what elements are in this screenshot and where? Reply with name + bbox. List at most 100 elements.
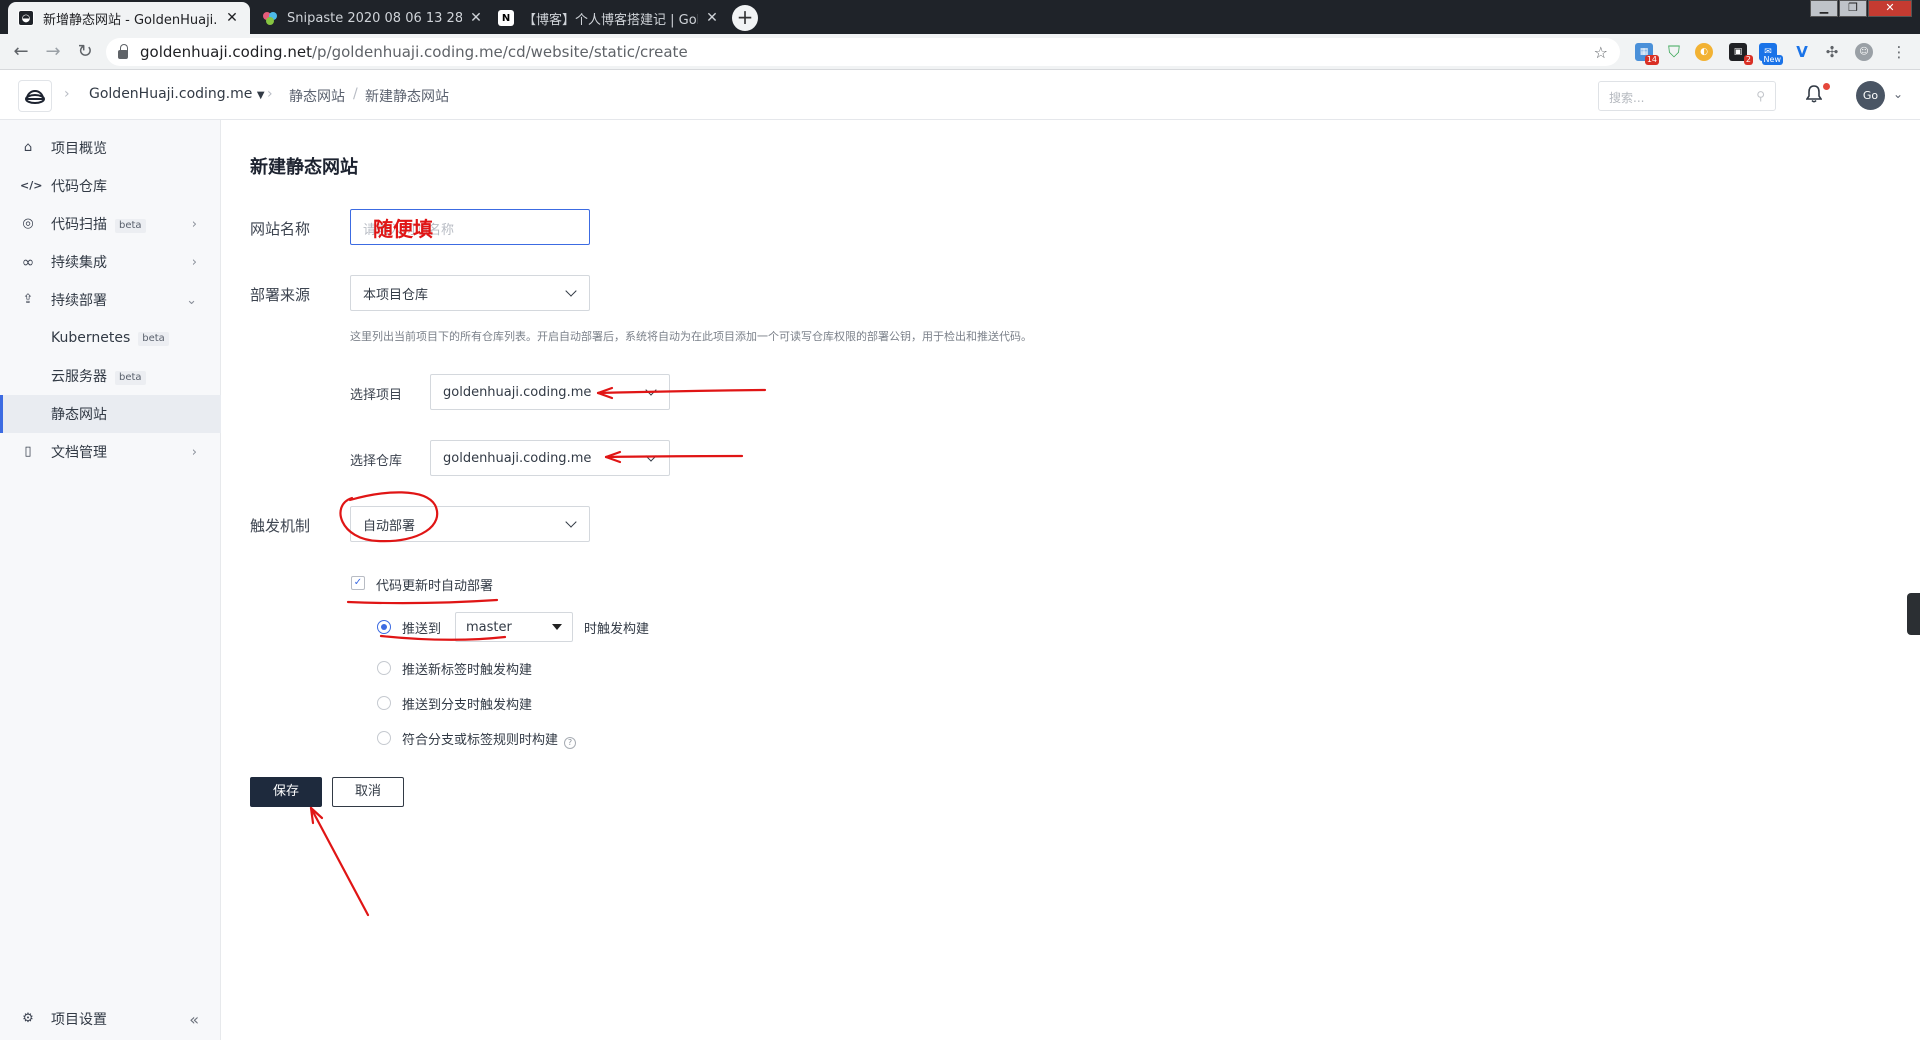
avatar[interactable]: Go	[1856, 81, 1885, 110]
radio-rule-label: 符合分支或标签规则时构建?	[402, 729, 577, 749]
sidebar-item-label: Kubernetes	[51, 330, 131, 346]
lock-icon	[118, 43, 128, 59]
sidebar-item-repo[interactable]: </> 代码仓库	[0, 167, 221, 205]
project-label: 选择项目	[350, 388, 403, 403]
tab-coding[interactable]: ◒ 新增静态网站 - GoldenHuaji.co ✕	[8, 2, 250, 34]
sidebar-item-settings[interactable]: ⚙ 项目设置 «	[0, 1000, 221, 1038]
save-button[interactable]: 保存	[250, 777, 322, 807]
window-close-icon[interactable]: ✕	[1868, 0, 1912, 17]
radio-rule-text: 符合分支或标签规则时构建	[402, 733, 559, 748]
sidebar-item-kubernetes[interactable]: Kubernetes beta	[0, 319, 221, 357]
snipaste-favicon-icon	[262, 10, 278, 26]
sidebar-item-label: 持续部署	[51, 293, 107, 309]
scroll-handle[interactable]	[1907, 593, 1920, 635]
profile-avatar-icon[interactable]: ☺	[1855, 43, 1873, 61]
vue-extension-icon[interactable]: V	[1793, 43, 1811, 61]
url-path: /p/goldenhuaji.coding.me/cd/website/stat…	[311, 43, 688, 61]
url-field[interactable]: goldenhuaji.coding.net/p/goldenhuaji.cod…	[106, 38, 1620, 66]
coding-logo-icon[interactable]	[18, 80, 52, 112]
minimize-icon[interactable]: ▁	[1810, 0, 1838, 17]
new-tab-button[interactable]: +	[732, 5, 758, 31]
forward-arrow-icon[interactable]: →	[43, 42, 63, 62]
bell-icon[interactable]	[1806, 85, 1822, 103]
breadcrumb-separator: /	[353, 86, 358, 102]
sidebar-item-scan[interactable]: ◎ 代码扫描 beta ›	[0, 205, 221, 243]
bookmark-star-icon[interactable]: ☆	[1594, 43, 1608, 62]
extension-grid-icon[interactable]: ▦ 14	[1635, 43, 1659, 65]
chevron-down-icon	[645, 384, 657, 396]
document-icon: ▯	[24, 444, 32, 459]
sidebar-item-ci[interactable]: ∞ 持续集成 ›	[0, 243, 221, 281]
sidebar-item-cloud-server[interactable]: 云服务器 beta	[0, 357, 221, 395]
browser-tab-bar: ◒ 新增静态网站 - GoldenHuaji.co ✕ Snipaste 202…	[0, 0, 1920, 34]
sidebar-item-label: 代码仓库	[51, 179, 107, 195]
restore-icon[interactable]: ❐	[1839, 0, 1867, 17]
branch-value: master	[466, 620, 512, 635]
sidebar-item-docs[interactable]: ▯ 文档管理 ›	[0, 433, 221, 471]
repo-label: 选择仓库	[350, 454, 403, 469]
notion-favicon-icon: N	[498, 10, 514, 26]
puzzle-extensions-icon[interactable]: ✣	[1823, 43, 1841, 61]
infinity-icon: ∞	[21, 253, 35, 271]
close-icon[interactable]: ✕	[704, 10, 720, 26]
chevron-right-icon: ›	[64, 86, 70, 102]
auto-deploy-checkbox[interactable]: ✓	[351, 576, 365, 590]
caret-down-icon: ▼	[256, 90, 265, 101]
sidebar-item-overview[interactable]: ⌂ 项目概览	[0, 129, 221, 167]
tab-notion[interactable]: N 【博客】个人博客搭建记 | Golde ✕	[488, 2, 730, 34]
radio-branch-push-label: 推送到分支时触发构建	[402, 698, 533, 713]
tab-title: 【博客】个人博客搭建记 | Golde	[523, 12, 698, 28]
sidebar-item-label: 静态网站	[51, 407, 107, 423]
shield-extension-icon[interactable]: ⛉	[1665, 43, 1683, 61]
rocket-icon: ⇪	[22, 292, 34, 307]
sidebar-item-static-site[interactable]: 静态网站	[0, 395, 221, 433]
back-arrow-icon[interactable]: ←	[11, 42, 31, 62]
sidebar: ⌂ 项目概览 </> 代码仓库 ◎ 代码扫描 beta › ∞ 持续集成 › ⇪ …	[0, 120, 221, 1040]
sidebar-item-label: 项目概览	[51, 141, 107, 157]
sidebar-item-cd[interactable]: ⇪ 持续部署 ⌄	[0, 281, 221, 319]
tab-snipaste[interactable]: Snipaste 2020 08 06 13 28 00 ✕	[252, 2, 494, 34]
page-title: 新建静态网站	[250, 157, 358, 178]
chevron-down-icon[interactable]: ⌄	[1893, 87, 1903, 101]
source-select[interactable]: 本项目仓库	[350, 275, 590, 311]
beta-badge: beta	[138, 332, 169, 346]
notification-dot	[1823, 83, 1830, 90]
annotation-note: 随便填	[373, 217, 433, 241]
close-icon[interactable]: ✕	[468, 10, 484, 26]
trigger-select[interactable]: 自动部署	[350, 506, 590, 542]
beta-badge: beta	[115, 371, 146, 385]
collapse-sidebar-icon[interactable]: «	[189, 1010, 199, 1029]
help-question-icon[interactable]: ?	[564, 737, 577, 749]
branch-select[interactable]: master	[455, 612, 573, 642]
feed-extension-icon[interactable]: ✉ New	[1759, 43, 1783, 65]
browser-menu-icon[interactable]: ⋮	[1890, 43, 1908, 61]
repo-select[interactable]: goldenhuaji.coding.me	[430, 440, 670, 476]
project-value: goldenhuaji.coding.me	[443, 384, 592, 400]
source-help-text: 这里列出当前项目下的所有仓库列表。开启自动部署后，系统将自动为在此项目添加一个可…	[350, 330, 1032, 343]
url-domain: goldenhuaji.coding.net	[140, 43, 312, 61]
cancel-button[interactable]: 取消	[332, 777, 404, 807]
project-switcher[interactable]: GoldenHuaji.coding.me ▼	[89, 86, 265, 102]
radio-push-branch[interactable]	[377, 620, 391, 634]
annotation-underline-checkbox	[346, 598, 499, 605]
address-bar: ← → ↻ goldenhuaji.coding.net/p/goldenhua…	[0, 34, 1920, 70]
radio-new-tag[interactable]	[377, 661, 391, 675]
radio-branch-push[interactable]	[377, 696, 391, 710]
radio-rule[interactable]	[377, 731, 391, 745]
search-icon: ⚲	[1756, 89, 1765, 103]
honey-extension-icon[interactable]: ◐	[1695, 43, 1713, 61]
tab-title: 新增静态网站 - GoldenHuaji.co	[43, 12, 218, 28]
notion-extension-icon[interactable]: ▣ 2	[1729, 43, 1753, 65]
close-icon[interactable]: ✕	[224, 10, 240, 26]
project-select[interactable]: goldenhuaji.coding.me	[430, 374, 670, 410]
breadcrumb-static-site[interactable]: 静态网站	[289, 86, 345, 106]
chevron-right-icon: ›	[191, 216, 197, 232]
search-input[interactable]: 搜索... ⚲	[1598, 81, 1776, 111]
chevron-down-icon	[645, 450, 657, 462]
source-value: 本项目仓库	[363, 287, 429, 303]
annotation-arrowhead	[309, 806, 324, 825]
reload-icon[interactable]: ↻	[75, 42, 95, 62]
sidebar-item-label: 持续集成	[51, 255, 107, 271]
breadcrumb-current: 新建静态网站	[365, 89, 449, 105]
extension-badge: 14	[1644, 55, 1659, 65]
